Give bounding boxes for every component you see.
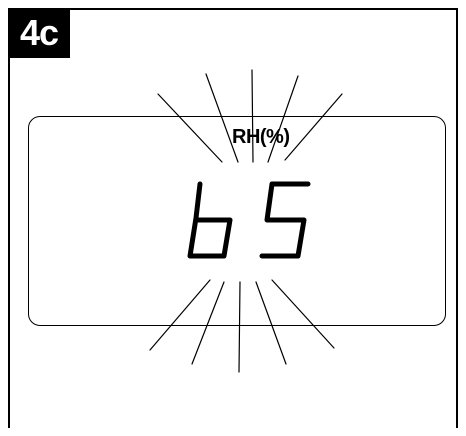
blink-ray (191, 281, 225, 365)
blink-ray (271, 279, 335, 349)
blink-rays-bottom (149, 279, 335, 373)
blink-ray (255, 281, 287, 365)
lcd-artwork (149, 69, 343, 373)
unit-label: RH(%) (232, 126, 290, 148)
blink-ray (238, 281, 241, 373)
segment-digit-b (187, 181, 233, 259)
segment-digit-5 (259, 181, 311, 259)
blink-ray (284, 93, 343, 161)
instruction-figure: 4c RH(%) (0, 0, 466, 436)
blink-ray (267, 75, 299, 163)
blink-ray (157, 93, 223, 163)
